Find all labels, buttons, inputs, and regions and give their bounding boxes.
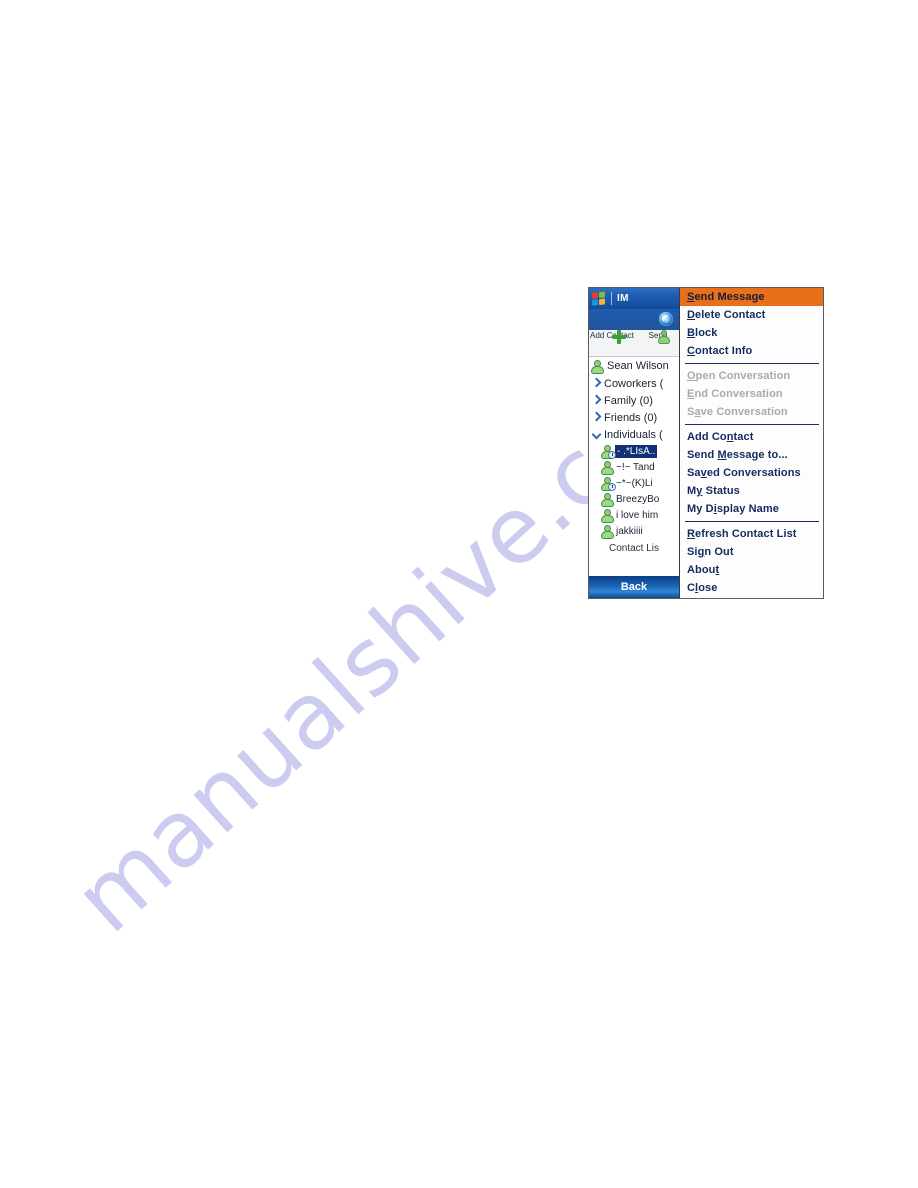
chevron-down-icon — [591, 429, 602, 440]
account-band — [589, 309, 679, 330]
chevron-right-icon — [591, 412, 602, 423]
menu-item-my-status[interactable]: My Status — [680, 482, 823, 500]
contact-list-softkey-hint: Contact Lis — [608, 543, 660, 554]
menu-item-my-display-name[interactable]: My Display Name — [680, 500, 823, 518]
group-row-friends[interactable]: Friends (0) — [589, 409, 679, 426]
im-app-pane: IM Add Contact Send Sean Wilson Coworker… — [589, 288, 679, 598]
online-avatar-icon — [591, 359, 604, 374]
add-contact-button[interactable]: Add Contact — [589, 330, 635, 340]
send-button[interactable]: Send — [635, 330, 679, 344]
contact-list-item[interactable]: - .*LIsA.. — [589, 443, 679, 459]
group-label: Friends (0) — [604, 411, 658, 424]
titlebar: IM — [589, 288, 679, 309]
context-menu: Send Message Delete Contact Block Contac… — [679, 288, 823, 598]
contact-name: ~*~(K)Li — [616, 477, 653, 489]
group-row-family[interactable]: Family (0) — [589, 392, 679, 409]
group-label: Family (0) — [604, 394, 653, 407]
menu-item-open-conversation: Open Conversation — [687, 370, 791, 382]
menu-item-add-contact[interactable]: Add Contact — [680, 428, 823, 446]
group-label: Individuals ( — [604, 428, 663, 441]
online-avatar-icon — [601, 524, 614, 539]
menu-separator — [685, 363, 819, 364]
contact-list-item[interactable]: i love him — [589, 507, 679, 523]
menu-item-send-message-to[interactable]: Send Message to... — [680, 446, 823, 464]
menu-item-about[interactable]: About — [680, 561, 823, 579]
group-row-coworkers[interactable]: Coworkers ( — [589, 375, 679, 392]
chevron-right-icon — [591, 395, 602, 406]
contact-list-item[interactable]: jakkiiii — [589, 523, 679, 539]
menu-item-refresh-contact-list[interactable]: Refresh Contact List — [680, 525, 823, 543]
msn-messenger-icon — [659, 312, 673, 326]
menu-separator — [685, 424, 819, 425]
windows-flag-icon — [592, 290, 607, 307]
device-screenshot: IM Add Contact Send Sean Wilson Coworker… — [588, 287, 824, 599]
send-label: Send — [648, 331, 668, 340]
group-label: Coworkers ( — [604, 377, 664, 390]
menu-item-saved-conversations[interactable]: Saved Conversations — [680, 464, 823, 482]
self-display-name: Sean Wilson — [607, 360, 669, 372]
online-avatar-icon — [601, 492, 614, 507]
self-status-row[interactable]: Sean Wilson — [589, 357, 679, 375]
menu-item-contact-info[interactable]: Contact Info — [680, 342, 823, 360]
online-avatar-icon — [601, 460, 614, 475]
menu-item-block[interactable]: Block — [680, 324, 823, 342]
contact-name: BreezyBo — [616, 493, 660, 505]
contact-name: i love him — [616, 509, 659, 521]
contact-list-item[interactable]: ~!~ Tand — [589, 459, 679, 475]
menu-item-send-message[interactable]: Send Message — [680, 288, 823, 306]
menu-item-save-conversation: Save Conversation — [687, 406, 788, 418]
menu-separator — [685, 521, 819, 522]
contact-name: jakkiiii — [616, 525, 643, 537]
away-avatar-icon — [601, 476, 616, 491]
contact-name: ~!~ Tand — [616, 461, 655, 473]
group-row-individuals[interactable]: Individuals ( — [589, 426, 679, 443]
menu-item-end-conversation: End Conversation — [687, 388, 783, 400]
online-avatar-icon — [601, 508, 614, 523]
chevron-right-icon — [591, 378, 602, 389]
away-avatar-icon — [601, 444, 616, 459]
menu-item-sign-out[interactable]: Sign Out — [680, 543, 823, 561]
contact-name: - .*LIsA.. — [615, 444, 658, 458]
back-button-label: Back — [620, 581, 648, 593]
app-title: IM — [617, 293, 629, 304]
menu-item-close[interactable]: Close — [680, 579, 823, 597]
back-button[interactable]: Back — [589, 576, 679, 598]
im-toolbar: Add Contact Send — [589, 330, 679, 357]
menu-item-delete-contact[interactable]: Delete Contact — [680, 306, 823, 324]
contact-list-item[interactable]: ~*~(K)Li — [589, 475, 679, 491]
contact-list-item[interactable]: BreezyBo — [589, 491, 679, 507]
titlebar-divider — [611, 292, 612, 305]
